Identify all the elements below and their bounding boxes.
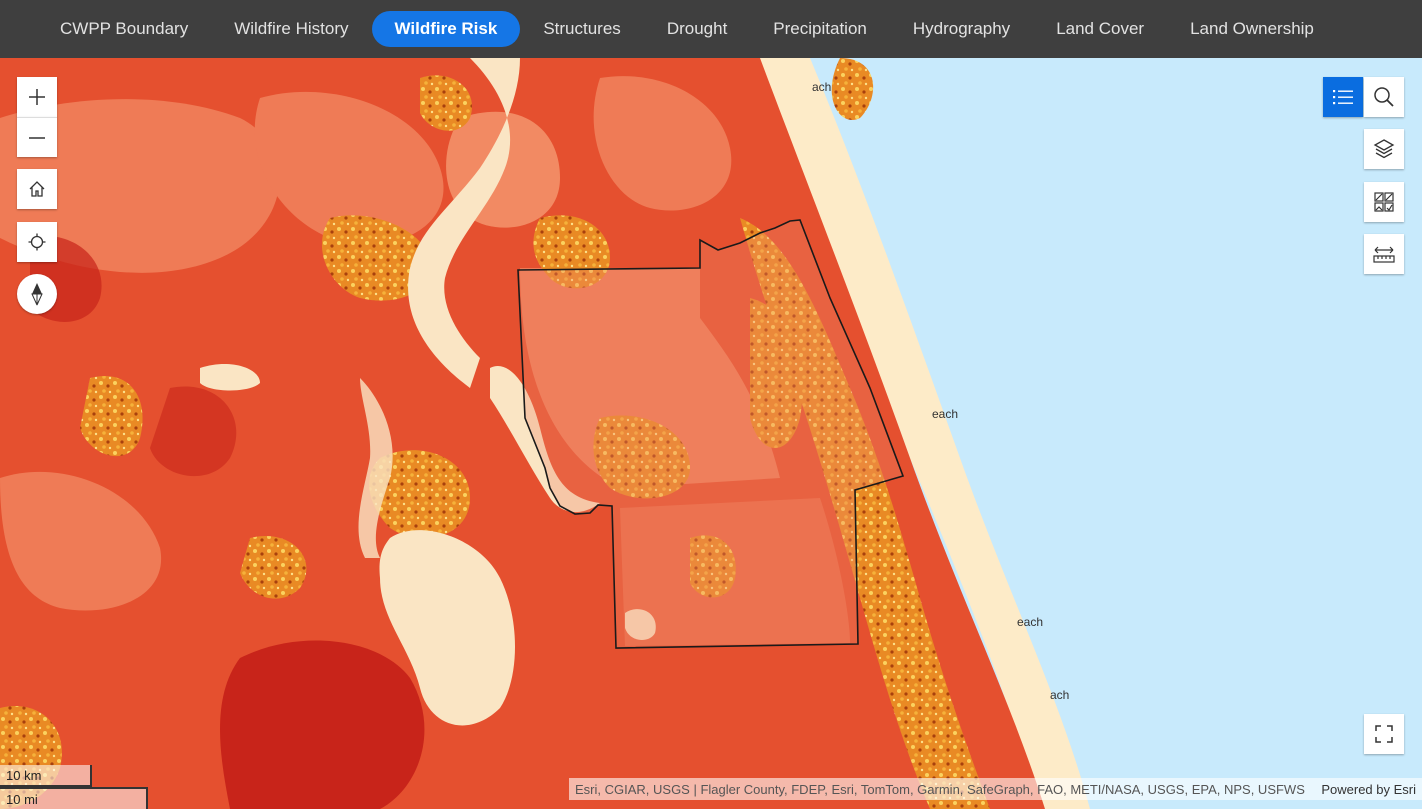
fullscreen-button[interactable]	[1364, 714, 1404, 754]
scale-bar-mi: 10 mi	[0, 787, 148, 809]
app-root: CWPP Boundary Wildfire History Wildfire …	[0, 0, 1422, 809]
compass-button[interactable]	[17, 274, 57, 314]
legend-list-icon	[1333, 90, 1353, 105]
attribution-bar[interactable]: Esri, CGIAR, USGS | Flagler County, FDEP…	[569, 778, 1422, 800]
map-canvas[interactable]	[0, 58, 1422, 809]
scale-bar-km: 10 km	[0, 765, 92, 787]
tab-wildfire-risk[interactable]: Wildfire Risk	[371, 11, 521, 47]
locate-icon	[28, 233, 46, 251]
basemap-gallery-icon	[1374, 192, 1394, 212]
layers-button[interactable]	[1364, 129, 1404, 169]
tab-precipitation[interactable]: Precipitation	[750, 11, 890, 47]
tab-drought[interactable]: Drought	[644, 11, 750, 47]
place-label-3: each	[1017, 615, 1044, 629]
zoom-out-icon	[29, 136, 45, 139]
legend-button[interactable]	[1323, 77, 1363, 117]
zoom-out-button[interactable]	[17, 117, 57, 157]
layers-icon	[1373, 139, 1395, 159]
place-label-1: ach	[812, 80, 832, 94]
attribution-text[interactable]: Esri, CGIAR, USGS | Flagler County, FDEP…	[569, 782, 1307, 797]
compass-icon	[31, 283, 43, 306]
tab-wildfire-history[interactable]: Wildfire History	[211, 11, 371, 47]
tab-land-ownership[interactable]: Land Ownership	[1167, 11, 1337, 47]
tab-hydrography[interactable]: Hydrography	[890, 11, 1033, 47]
measure-icon	[1373, 246, 1395, 263]
layer-tab-bar: CWPP Boundary Wildfire History Wildfire …	[0, 0, 1422, 58]
place-label-4: ach	[1050, 688, 1070, 702]
powered-by-esri[interactable]: Powered by Esri	[1307, 782, 1422, 797]
zoom-in-button[interactable]	[17, 77, 57, 117]
tab-structures[interactable]: Structures	[520, 11, 643, 47]
measure-button[interactable]	[1364, 234, 1404, 274]
basemap-gallery-button[interactable]	[1364, 182, 1404, 222]
map-view[interactable]: ach each each ach 10 km 10 mi Esri, CGIA…	[0, 58, 1422, 809]
home-button[interactable]	[17, 169, 57, 209]
place-label-2: each	[932, 407, 959, 421]
home-icon	[29, 181, 45, 197]
zoom-in-icon	[29, 89, 45, 105]
search-button[interactable]	[1364, 77, 1404, 117]
fullscreen-icon	[1375, 725, 1393, 743]
tab-cwpp-boundary[interactable]: CWPP Boundary	[37, 11, 211, 47]
tab-land-cover[interactable]: Land Cover	[1033, 11, 1167, 47]
search-icon	[1374, 87, 1394, 107]
locate-button[interactable]	[17, 222, 57, 262]
